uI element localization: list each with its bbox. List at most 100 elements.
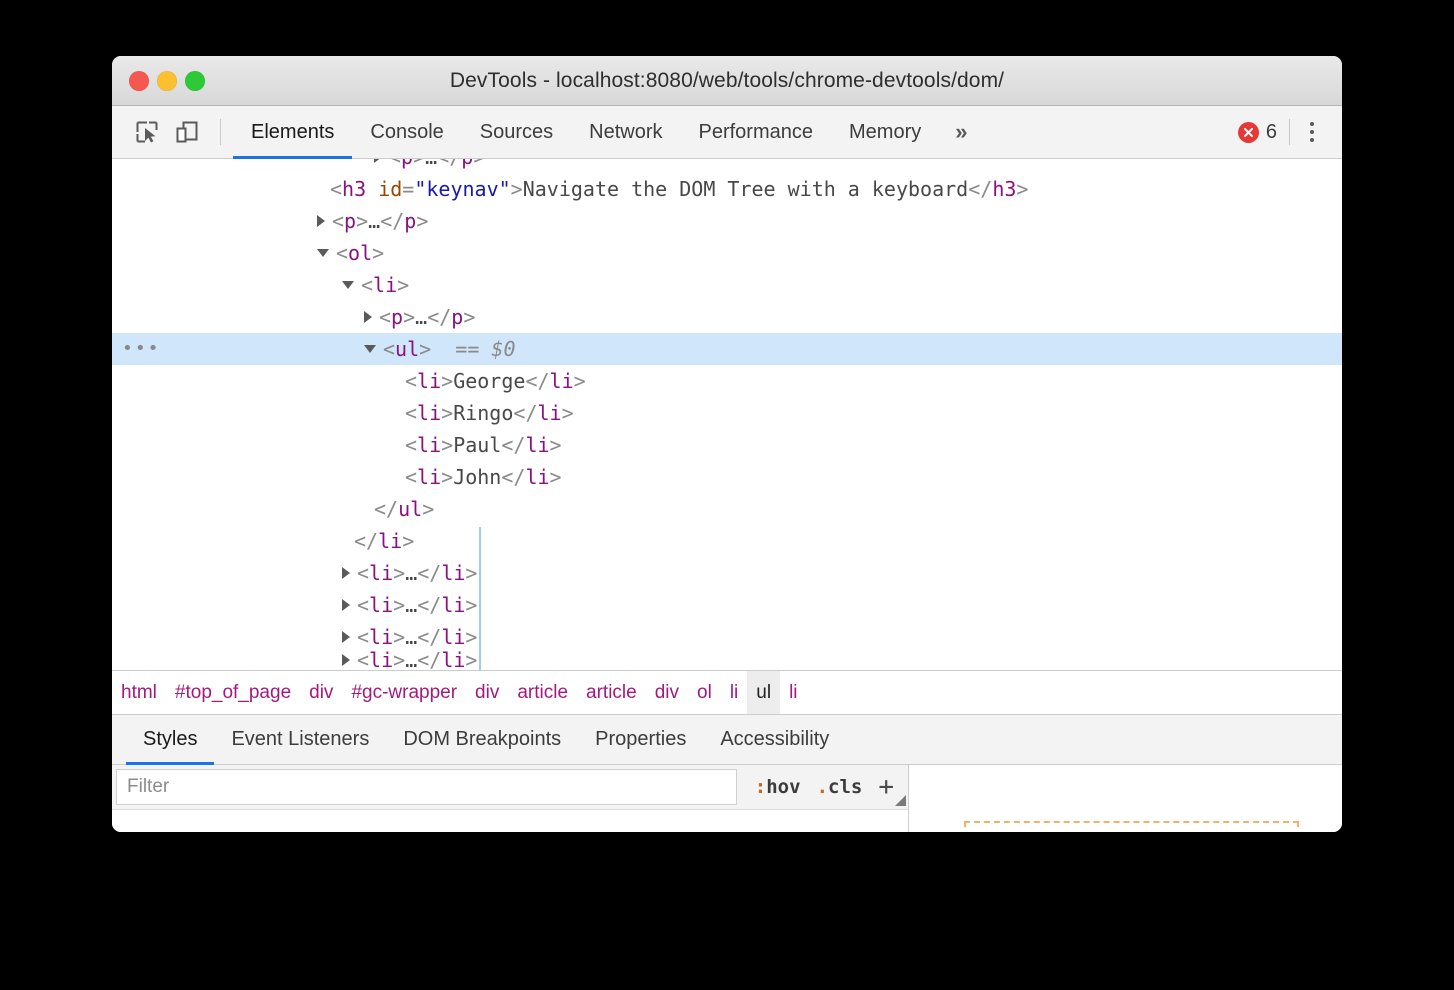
- sidebar-tabs: Styles Event ListenersDOM Breakpoints Prop…: [112, 714, 1342, 765]
- expand-triangle-icon[interactable]: [374, 159, 382, 163]
- row-li-close[interactable]: </li>: [112, 525, 1342, 557]
- row-li-paul[interactable]: <li>Paul</li>: [112, 429, 1342, 461]
- breadcrumb-item-article-6[interactable]: article: [577, 671, 646, 714]
- breadcrumb-item-label: div: [309, 682, 333, 704]
- collapse-triangle-icon[interactable]: [317, 249, 329, 257]
- tab-performance[interactable]: Performance: [681, 106, 832, 158]
- inspect-element-icon[interactable]: [130, 115, 164, 149]
- row-markup: <li>: [361, 269, 409, 301]
- breadcrumb-item-ul-10[interactable]: ul: [747, 671, 780, 714]
- breadcrumb-item-label: div: [475, 682, 499, 704]
- row-markup: <ol>: [336, 237, 384, 269]
- breadcrumb-item-article-5[interactable]: article: [508, 671, 577, 714]
- row-p-clipped[interactable]: <p>…</p>: [112, 159, 1342, 173]
- tab-dom-breakpoints[interactable]: DOM Breakpoints: [386, 715, 578, 764]
- row-li-george[interactable]: <li>George</li>: [112, 365, 1342, 397]
- resize-corner-icon[interactable]: [895, 795, 906, 806]
- close-button[interactable]: [129, 71, 149, 91]
- breadcrumb-item-label: li: [789, 682, 797, 704]
- breadcrumb-item-label: article: [586, 682, 637, 704]
- breadcrumb-item-html-0[interactable]: html: [112, 671, 166, 714]
- dom-tree-rows: <p>…</p><h3 id="keynav">Navigate the DOM…: [112, 159, 1342, 667]
- tab-elements-label: Elements: [251, 121, 334, 144]
- row-li-open[interactable]: <li>: [112, 269, 1342, 301]
- more-tabs-icon[interactable]: »: [939, 119, 983, 145]
- row-markup: <li>Ringo</li>: [405, 397, 574, 429]
- expand-triangle-icon[interactable]: [342, 654, 350, 666]
- devtools-window: DevTools - localhost:8080/web/tools/chro…: [112, 56, 1342, 832]
- computed-box-model-area: [909, 765, 1342, 832]
- collapse-triangle-icon[interactable]: [342, 281, 354, 289]
- error-icon: [1238, 122, 1259, 143]
- breadcrumb-item-label: li: [730, 682, 738, 704]
- tab-memory-label: Memory: [849, 121, 921, 144]
- devtools-toolbar: Elements Console Sources Network Perform…: [112, 106, 1342, 159]
- row-li-john[interactable]: <li>John</li>: [112, 461, 1342, 493]
- breadcrumb[interactable]: html #top_of_page div #gc-wrapper div article…: [112, 670, 1342, 714]
- toolbar-right: 6: [1238, 115, 1342, 149]
- dom-tree-panel[interactable]: <p>…</p><h3 id="keynav">Navigate the DOM…: [112, 159, 1342, 670]
- new-style-rule-button[interactable]: +: [878, 774, 894, 800]
- row-ol-open[interactable]: <ol>: [112, 237, 1342, 269]
- sidebar-tab-label: Styles: [143, 728, 197, 751]
- tab-event-listeners[interactable]: Event Listeners: [214, 715, 386, 764]
- search-input[interactable]: Filter: [116, 769, 737, 805]
- tab-console-label: Console: [370, 121, 443, 144]
- device-toolbar-icon[interactable]: [170, 115, 204, 149]
- row-ul-selected[interactable]: •••<ul> == $0: [112, 333, 1342, 365]
- breadcrumb-item-li-9[interactable]: li: [721, 671, 747, 714]
- row-h3-keynav[interactable]: <h3 id="keynav">Navigate the DOM Tree wi…: [112, 173, 1342, 205]
- tab-elements[interactable]: Elements: [233, 106, 352, 158]
- row-li-ringo[interactable]: <li>Ringo</li>: [112, 397, 1342, 429]
- tab-sources[interactable]: Sources: [462, 106, 571, 158]
- row-markup: <p>…</p>: [379, 301, 475, 333]
- expand-triangle-icon[interactable]: [364, 311, 372, 323]
- row-markup: <li>John</li>: [405, 461, 562, 493]
- styles-filter-bar: Filter :hov .cls +: [112, 765, 908, 810]
- toolbar-divider: [220, 119, 221, 145]
- row-markup: <li>George</li>: [405, 365, 586, 397]
- row-li-collapsed-3[interactable]: <li>…</li>: [112, 621, 1342, 653]
- hov-label: hov: [766, 776, 800, 798]
- breadcrumb-item-label: #top_of_page: [175, 682, 291, 704]
- row-p-collapsed[interactable]: <p>…</p>: [112, 205, 1342, 237]
- breadcrumb-item-div-7[interactable]: div: [646, 671, 688, 714]
- tab-console[interactable]: Console: [352, 106, 461, 158]
- window-title-bar: DevTools - localhost:8080/web/tools/chro…: [112, 56, 1342, 106]
- styles-rules-area: [112, 810, 908, 832]
- expand-triangle-icon[interactable]: [317, 215, 325, 227]
- more-options-icon[interactable]: [1296, 115, 1328, 149]
- row-ul-close[interactable]: </ul>: [112, 493, 1342, 525]
- tab-accessibility[interactable]: Accessibility: [703, 715, 846, 764]
- row-p-inner-collapsed[interactable]: <p>…</p>: [112, 301, 1342, 333]
- row-li-collapsed-2[interactable]: <li>…</li>: [112, 589, 1342, 621]
- sidebar-tab-label: Properties: [595, 728, 686, 751]
- cls-label: cls: [828, 776, 862, 798]
- toggle-class-button[interactable]: .cls: [817, 776, 863, 798]
- maximize-button[interactable]: [185, 71, 205, 91]
- expand-triangle-icon[interactable]: [342, 599, 350, 611]
- row-li-collapsed-1[interactable]: <li>…</li>: [112, 557, 1342, 589]
- row-markup: </ul>: [374, 493, 434, 525]
- breadcrumb-item-top_of_page-1[interactable]: #top_of_page: [166, 671, 300, 714]
- expand-triangle-icon[interactable]: [342, 567, 350, 579]
- breadcrumb-item-li-11[interactable]: li: [780, 671, 806, 714]
- collapse-triangle-icon[interactable]: [364, 345, 376, 353]
- expand-triangle-icon[interactable]: [342, 631, 350, 643]
- tab-styles[interactable]: Styles: [126, 715, 214, 764]
- breadcrumb-item-label: div: [655, 682, 679, 704]
- breadcrumb-item-ol-8[interactable]: ol: [688, 671, 721, 714]
- tab-properties[interactable]: Properties: [578, 715, 703, 764]
- breadcrumb-item-div-4[interactable]: div: [466, 671, 508, 714]
- tab-memory[interactable]: Memory: [831, 106, 939, 158]
- minimize-button[interactable]: [157, 71, 177, 91]
- row-markup: </li>: [354, 525, 414, 557]
- breadcrumb-item-label: ol: [697, 682, 712, 704]
- row-li-collapsed-4[interactable]: <li>…</li>: [112, 653, 1342, 667]
- tab-network[interactable]: Network: [571, 106, 680, 158]
- row-markup: <li>…</li>: [357, 589, 477, 621]
- breadcrumb-item-gcwrapper-3[interactable]: #gc-wrapper: [342, 671, 466, 714]
- toggle-pseudo-state-button[interactable]: :hov: [755, 776, 801, 798]
- breadcrumb-item-div-2[interactable]: div: [300, 671, 342, 714]
- error-badge[interactable]: 6: [1238, 121, 1277, 144]
